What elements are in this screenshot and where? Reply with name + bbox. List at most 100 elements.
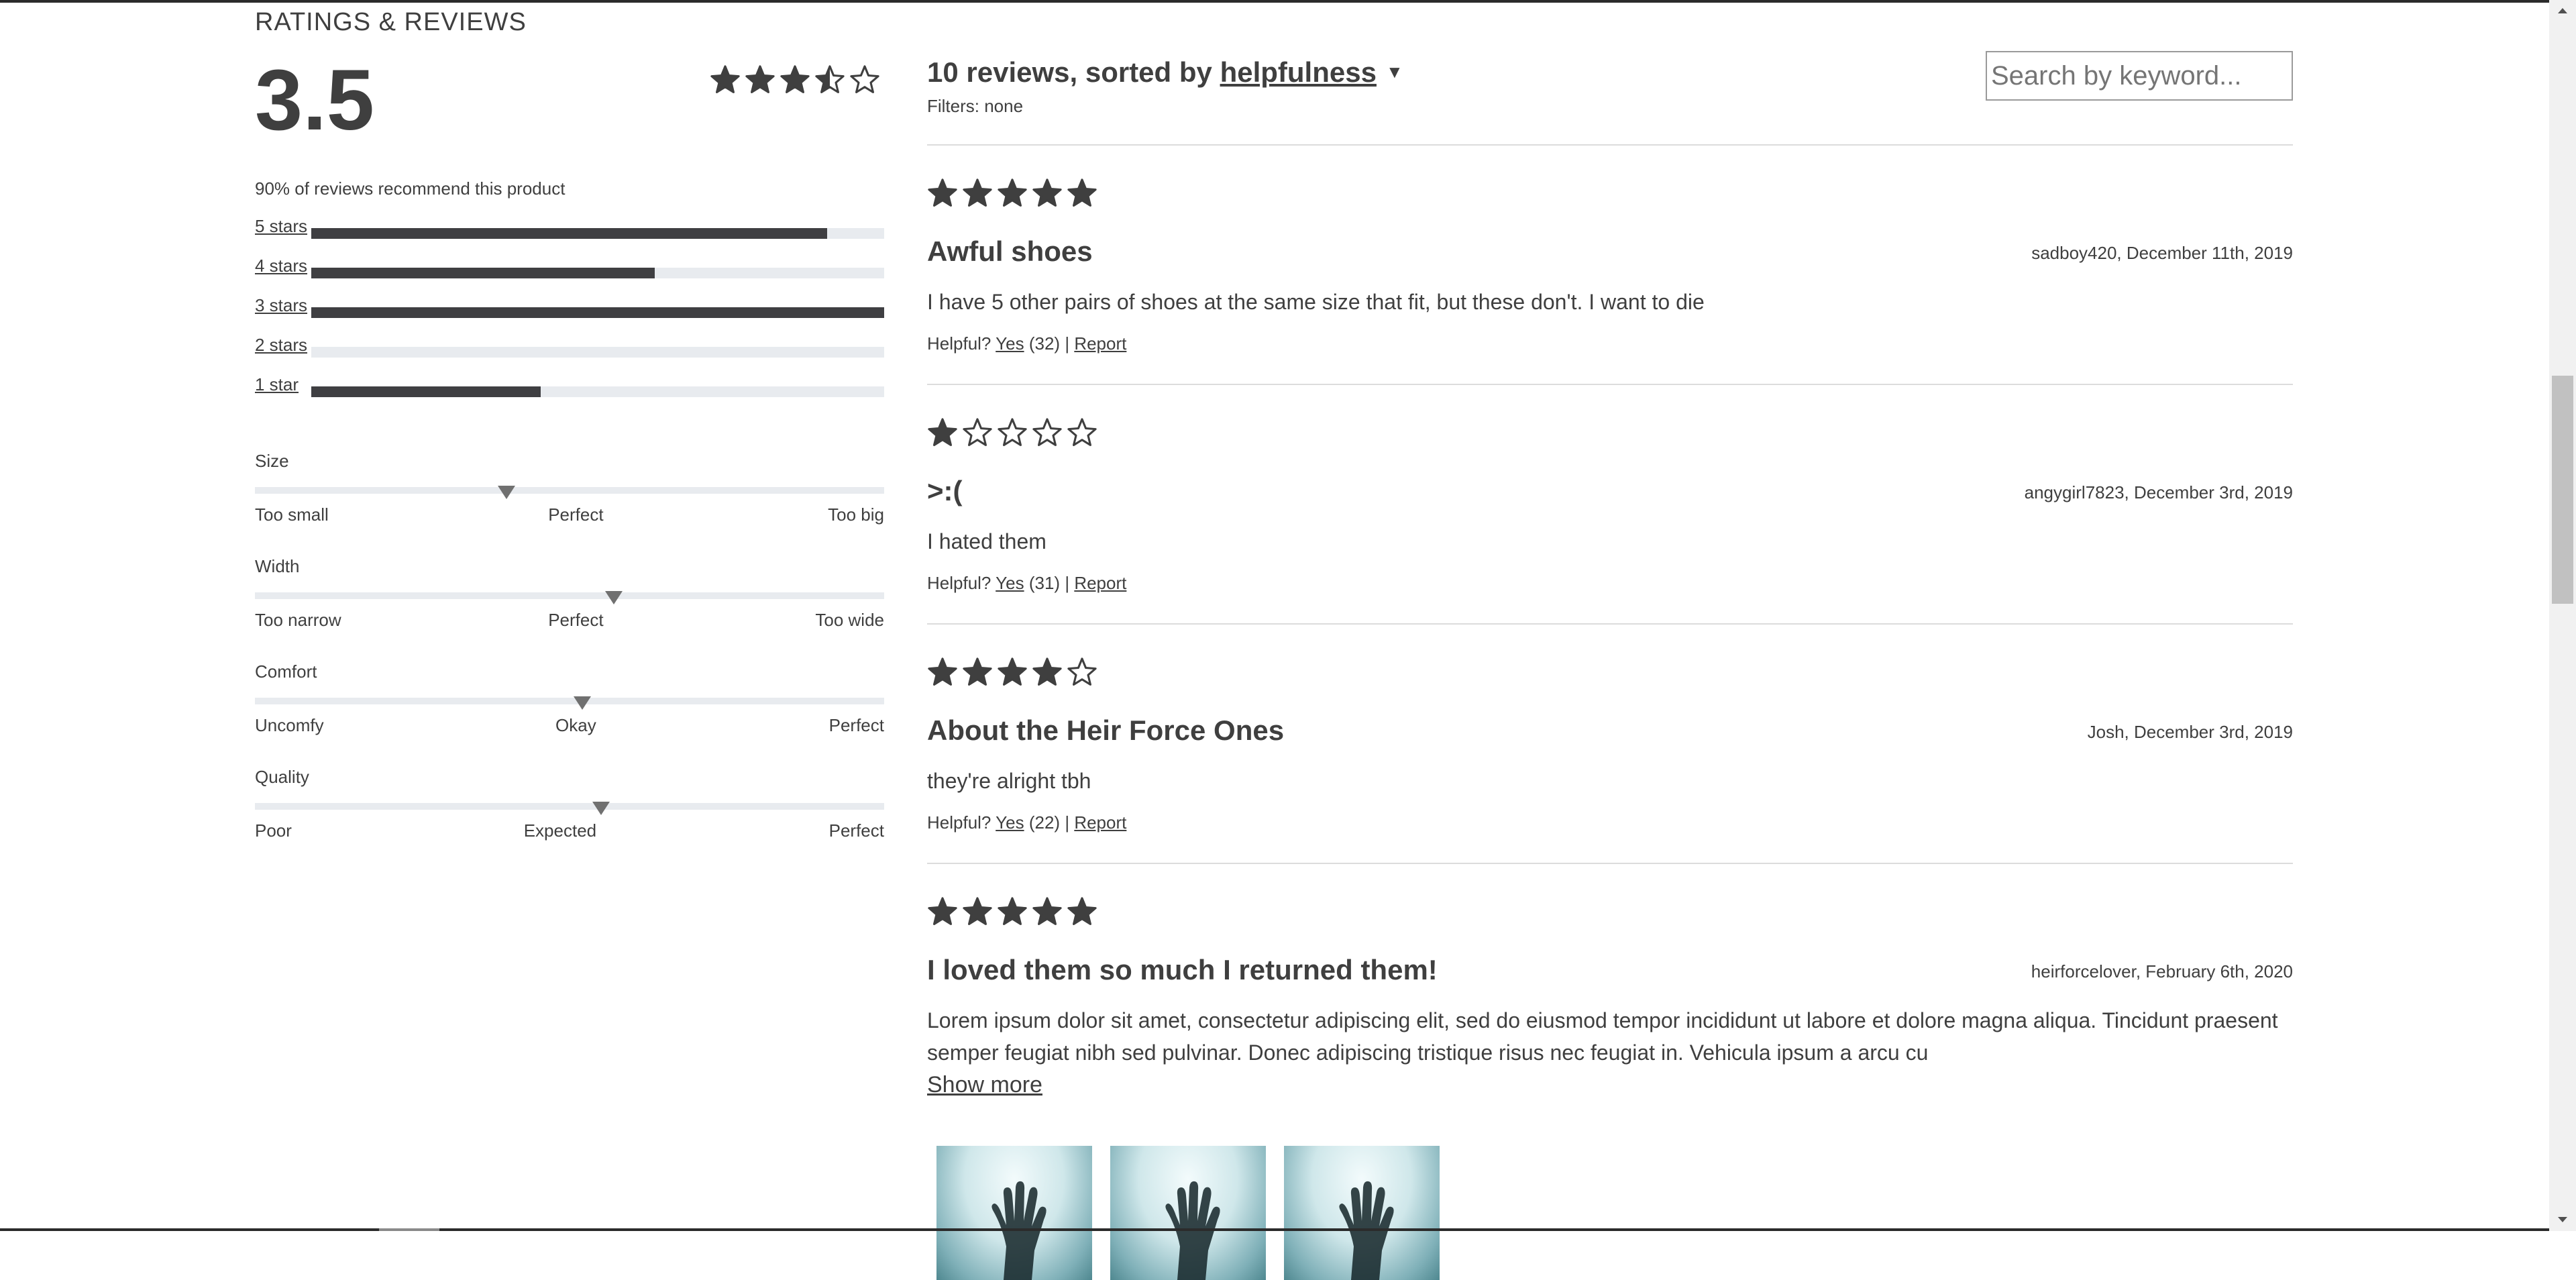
- breakdown-label-5-stars[interactable]: 5 stars: [255, 216, 307, 237]
- review-stars: [927, 178, 1102, 209]
- star-filled-icon: [1067, 897, 1097, 925]
- caret-down-icon[interactable]: ▼: [1386, 62, 1403, 82]
- section-title: RATINGS & REVIEWS: [255, 8, 527, 36]
- helpful-yes-link[interactable]: Yes: [996, 573, 1024, 593]
- breakdown-label-4-stars[interactable]: 4 stars: [255, 256, 307, 276]
- hand-silhouette-icon: [1339, 1181, 1394, 1280]
- review-photo-thumbnail[interactable]: [936, 1146, 1092, 1280]
- review-body: they're alright tbh: [927, 769, 1091, 793]
- review-card: >:( angygirl7823, December 3rd, 2019 I h…: [927, 384, 2293, 623]
- top-border: [0, 0, 2549, 3]
- characteristic-marker-icon: [573, 696, 591, 710]
- breakdown-row-3: 3 stars: [255, 294, 884, 333]
- characteristic-marker-icon: [604, 591, 623, 604]
- report-link[interactable]: Report: [1074, 812, 1126, 833]
- review-helpful: Helpful? Yes (32) | Report: [927, 333, 1126, 354]
- star-filled-icon: [710, 65, 740, 93]
- review-body: I have 5 other pairs of shoes at the sam…: [927, 290, 1705, 314]
- horizontal-scrollbar-thumb[interactable]: [379, 1228, 439, 1231]
- characteristic-size: Size Too small Perfect Too big: [255, 449, 884, 555]
- review-helpful: Helpful? Yes (31) | Report: [927, 573, 1126, 594]
- review-photo-thumbnail[interactable]: [1284, 1146, 1440, 1280]
- characteristic-high-label: Perfect: [828, 820, 884, 841]
- breakdown-label-3-stars[interactable]: 3 stars: [255, 295, 307, 316]
- show-more-link[interactable]: Show more: [927, 1069, 2293, 1101]
- separator: |: [1065, 812, 1070, 833]
- breakdown-bar-track: [311, 268, 884, 278]
- review-stars: [927, 896, 1102, 927]
- scroll-up-arrow-icon[interactable]: [2549, 0, 2576, 23]
- breakdown-bar-fill: [311, 228, 827, 239]
- average-rating: 3.5: [255, 52, 374, 148]
- report-link[interactable]: Report: [1074, 573, 1126, 593]
- star-empty-icon: [963, 418, 992, 446]
- review-author-date: sadboy420, December 11th, 2019: [2031, 243, 2293, 263]
- characteristic-mid-label: Expected: [523, 820, 597, 841]
- star-filled-icon: [963, 178, 992, 207]
- characteristic-comfort: Comfort Uncomfy Okay Perfect: [255, 660, 884, 765]
- star-filled-icon: [1032, 897, 1062, 925]
- star-filled-icon: [1067, 178, 1097, 207]
- characteristic-high-label: Perfect: [828, 715, 884, 735]
- scrollbar-thumb[interactable]: [2552, 376, 2573, 604]
- helpful-yes-link[interactable]: Yes: [996, 333, 1024, 354]
- characteristic-name: Comfort: [255, 661, 317, 682]
- star-filled-icon: [928, 657, 957, 686]
- star-filled-icon: [998, 897, 1027, 925]
- breakdown-row-1: 1 star: [255, 373, 884, 413]
- star-filled-icon: [1032, 657, 1062, 686]
- vertical-scrollbar[interactable]: [2549, 0, 2576, 1231]
- breakdown-bar-fill: [311, 386, 541, 397]
- star-empty-icon: [1067, 657, 1097, 686]
- helpful-yes-link[interactable]: Yes: [996, 812, 1024, 833]
- characteristic-mid-label: Okay: [555, 715, 596, 735]
- review-body-container: Lorem ipsum dolor sit amet, consectetur …: [927, 1004, 2293, 1101]
- star-filled-icon: [963, 897, 992, 925]
- sort-dropdown[interactable]: helpfulness: [1220, 56, 1377, 88]
- review-author-date: Josh, December 3rd, 2019: [2087, 722, 2293, 742]
- breakdown-row-5: 5 stars: [255, 215, 884, 254]
- breakdown-row-4: 4 stars: [255, 254, 884, 294]
- breakdown-bar-fill: [311, 307, 884, 318]
- star-filled-icon: [745, 65, 775, 93]
- reviews-count-text: 10 reviews, sorted by: [927, 56, 1212, 88]
- characteristic-mid-label: Perfect: [548, 504, 604, 525]
- star-half-icon: [815, 65, 845, 93]
- characteristic-track: [255, 698, 884, 704]
- review-card: I loved them so much I returned them! he…: [927, 863, 2293, 1280]
- characteristic-marker-icon: [592, 802, 610, 815]
- review-author-date: heirforcelover, February 6th, 2020: [2031, 961, 2293, 981]
- characteristic-track: [255, 487, 884, 494]
- star-filled-icon: [998, 178, 1027, 207]
- review-title: Awful shoes: [927, 235, 1093, 267]
- star-empty-icon: [998, 418, 1027, 446]
- helpful-label: Helpful?: [927, 573, 991, 593]
- characteristic-name: Size: [255, 451, 289, 471]
- report-link[interactable]: Report: [1074, 333, 1126, 354]
- hand-silhouette-icon: [991, 1181, 1046, 1280]
- breakdown-label-1-star[interactable]: 1 star: [255, 374, 299, 395]
- star-filled-icon: [928, 418, 957, 446]
- recommend-text: 90% of reviews recommend this product: [255, 178, 566, 199]
- review-photo-thumbnail[interactable]: [1110, 1146, 1266, 1280]
- breakdown-bar-track: [311, 228, 884, 239]
- star-filled-icon: [1032, 178, 1062, 207]
- scroll-down-arrow-icon[interactable]: [2549, 1208, 2576, 1231]
- helpful-count: (22): [1028, 812, 1061, 833]
- characteristics: Size Too small Perfect Too big Width Too…: [255, 449, 884, 871]
- review-author-date: angygirl7823, December 3rd, 2019: [2024, 482, 2293, 502]
- star-filled-icon: [998, 657, 1027, 686]
- star-filled-icon: [928, 178, 957, 207]
- characteristic-high-label: Too wide: [815, 610, 884, 630]
- star-empty-icon: [1067, 418, 1097, 446]
- review-title: About the Heir Force Ones: [927, 714, 1285, 746]
- helpful-count: (31): [1028, 573, 1061, 593]
- characteristic-mid-label: Perfect: [548, 610, 604, 630]
- breakdown-label-2-stars[interactable]: 2 stars: [255, 335, 307, 356]
- search-input[interactable]: [1986, 51, 2293, 101]
- separator: |: [1065, 573, 1070, 593]
- breakdown-bar-fill: [311, 268, 655, 278]
- characteristic-width: Width Too narrow Perfect Too wide: [255, 555, 884, 660]
- characteristic-low-label: Too small: [255, 504, 329, 525]
- review-photos: [936, 1146, 1458, 1280]
